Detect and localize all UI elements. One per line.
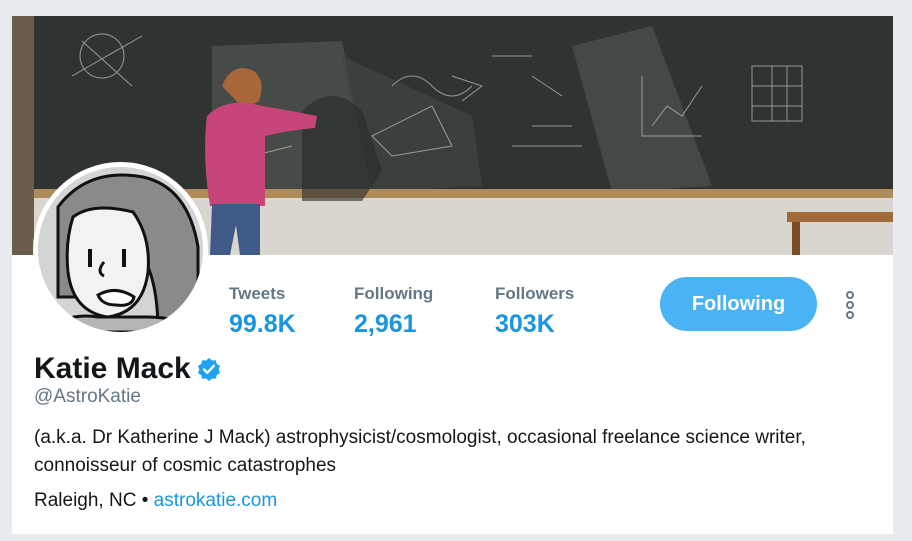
stat-followers[interactable]: Followers 303K xyxy=(495,284,615,339)
more-vertical-icon xyxy=(846,291,854,319)
profile-bio: (a.k.a. Dr Katherine J Mack) astrophysic… xyxy=(34,424,884,480)
meta-separator: • xyxy=(141,490,149,511)
stat-following-value: 2,961 xyxy=(354,310,417,338)
more-options-button[interactable] xyxy=(838,290,862,320)
profile-website-link[interactable]: astrokatie.com xyxy=(154,490,278,511)
profile-name[interactable]: Katie Mack xyxy=(34,352,191,386)
stat-followers-value: 303K xyxy=(495,310,555,338)
profile-card: Tweets 99.8K Following 2,961 Followers 3… xyxy=(12,16,893,534)
profile-meta: Raleigh, NC • astrokatie.com xyxy=(34,490,277,512)
avatar-illustration xyxy=(38,167,203,332)
stat-followers-label: Followers xyxy=(495,284,575,303)
profile-handle[interactable]: @AstroKatie xyxy=(34,386,141,408)
stat-following-label: Following xyxy=(354,284,434,303)
bio-line-1: (a.k.a. Dr Katherine J Mack) astrophysic… xyxy=(34,427,806,448)
stat-following[interactable]: Following 2,961 xyxy=(354,284,474,339)
profile-avatar[interactable] xyxy=(33,162,208,337)
profile-location: Raleigh, NC xyxy=(34,490,137,511)
stat-tweets-value: 99.8K xyxy=(229,310,296,338)
bio-line-2: connoisseur of cosmic catastrophes xyxy=(34,455,337,476)
stat-tweets[interactable]: Tweets 99.8K xyxy=(229,284,349,339)
profile-name-row: Katie Mack xyxy=(34,352,221,386)
stat-tweets-label: Tweets xyxy=(229,284,286,303)
verified-badge-icon xyxy=(197,357,221,381)
following-button[interactable]: Following xyxy=(660,277,817,331)
